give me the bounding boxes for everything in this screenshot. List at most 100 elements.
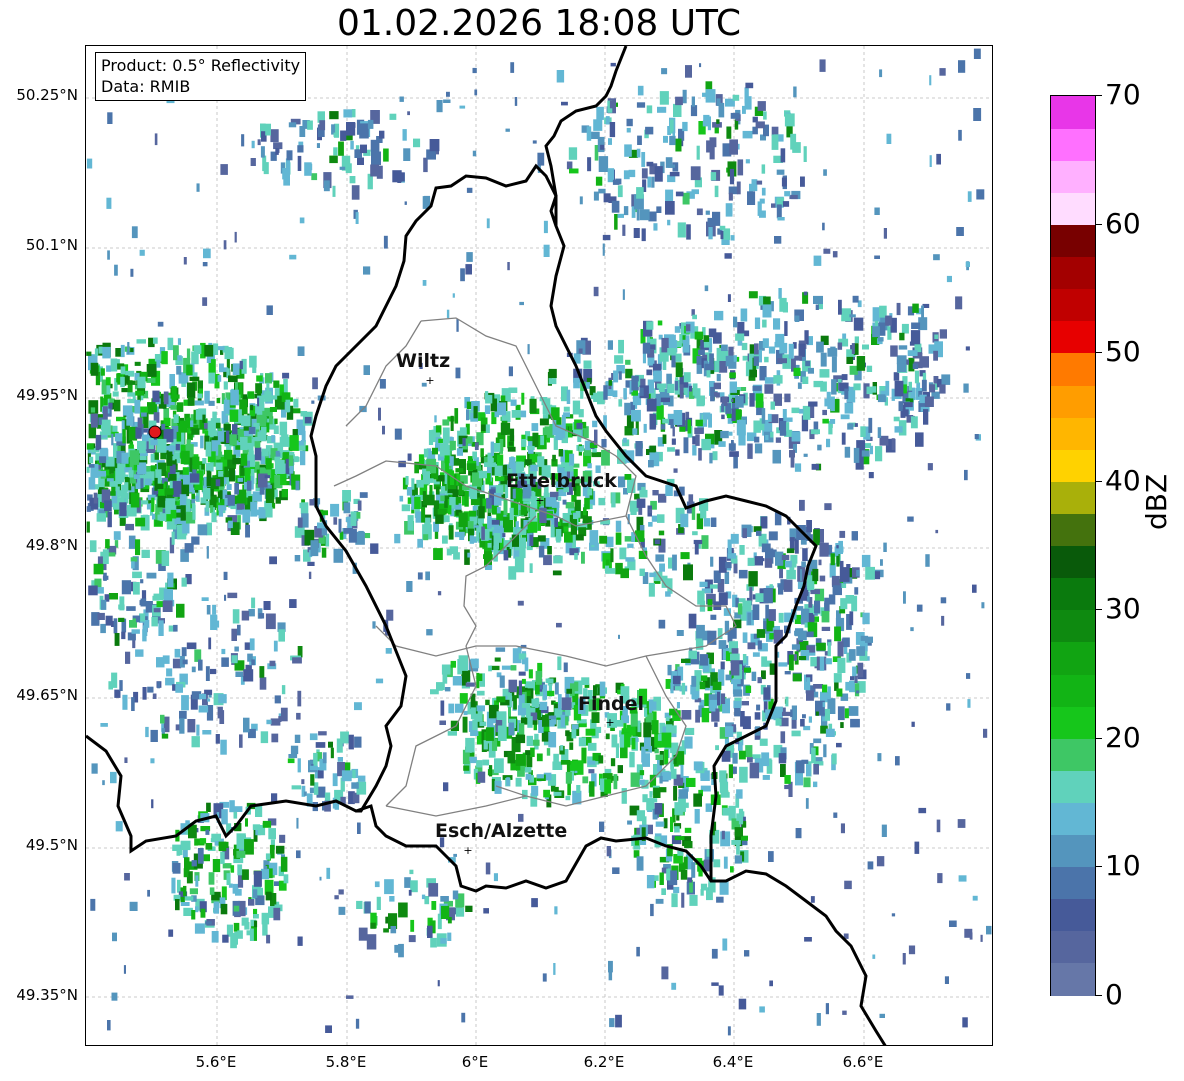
echo-pixel [425, 478, 434, 483]
echo-pixel [847, 423, 854, 430]
echo-pixel [829, 419, 836, 424]
echo-pixel [819, 369, 830, 378]
echo-pixel [707, 599, 713, 612]
echo-pixel [696, 145, 700, 160]
echo-pixel [773, 375, 783, 384]
echo-pixel [737, 159, 744, 176]
echo-pixel [417, 538, 423, 548]
echo-pixel [757, 640, 762, 650]
echo-pixel [527, 445, 535, 451]
echo-pixel [661, 771, 672, 781]
echo-pixel [854, 675, 858, 683]
echo-pixel [698, 448, 702, 461]
echo-pixel [122, 694, 128, 710]
echo-pixel [762, 304, 772, 318]
echo-pixel [383, 928, 389, 933]
echo-pixel [676, 630, 684, 636]
echo-pixel [742, 528, 747, 539]
echo-pixel [652, 490, 659, 496]
radar-map[interactable]: + + + + [85, 45, 993, 1046]
echo-pixel [976, 189, 985, 200]
echo-pixel [321, 547, 327, 558]
echo-pixel [883, 542, 887, 552]
echo-pixel [404, 201, 407, 205]
echo-pixel [467, 436, 473, 444]
echo-pixel [673, 410, 683, 425]
echo-pixel [437, 683, 443, 691]
echo-pixel [718, 441, 726, 447]
echo-pixel [170, 394, 180, 399]
echo-pixel [700, 675, 708, 681]
echo-pixel [898, 401, 904, 412]
echo-pixel [160, 714, 165, 724]
echo-pixel [792, 142, 801, 153]
echo-pixel [495, 647, 506, 652]
echo-pixel [182, 467, 189, 476]
echo-pixel [762, 319, 767, 328]
echo-pixel [733, 689, 743, 697]
echo-pixel [332, 185, 336, 197]
echo-pixel [619, 734, 625, 748]
echo-pixel [598, 755, 604, 764]
echo-pixel [521, 439, 527, 447]
echo-pixel [557, 694, 562, 710]
echo-pixel [408, 935, 416, 943]
echo-pixel [592, 420, 598, 428]
echo-pixel [786, 422, 790, 432]
echo-pixel [423, 534, 429, 541]
echo-pixel [872, 307, 881, 322]
echo-pixel [121, 484, 126, 499]
echo-pixel [252, 824, 261, 830]
echo-pixel [161, 733, 169, 739]
echo-pixel [265, 613, 276, 630]
echo-pixel [571, 729, 577, 739]
echo-pixel [647, 176, 651, 188]
echo-pixel [552, 570, 562, 576]
city-marker-esch: + [463, 844, 472, 857]
echo-pixel [265, 891, 272, 901]
echo-pixel [88, 585, 98, 596]
echo-pixel [965, 261, 970, 267]
echo-pixel [752, 652, 760, 657]
echo-pixel [510, 665, 517, 671]
colorbar-segment [1051, 417, 1095, 450]
echo-pixel [579, 446, 583, 453]
echo-pixel [268, 828, 276, 840]
echo-pixel [123, 965, 126, 974]
echo-pixel [474, 442, 479, 450]
echo-pixel [560, 745, 564, 751]
echo-pixel [229, 409, 239, 422]
echo-pixel [649, 791, 653, 798]
echo-pixel [258, 613, 265, 619]
echo-pixel [739, 766, 748, 783]
echo-pixel [600, 144, 605, 150]
echo-pixel [407, 111, 410, 116]
echo-pixel [390, 926, 397, 934]
echo-pixel [482, 759, 490, 766]
echo-pixel [761, 187, 766, 196]
echo-pixel [732, 94, 740, 101]
echo-pixel [729, 139, 738, 155]
echo-pixel [703, 335, 710, 342]
echo-pixel [518, 680, 522, 696]
echo-pixel [407, 515, 414, 531]
echo-pixel [223, 381, 228, 390]
echo-pixel [856, 646, 865, 656]
echo-pixel [111, 992, 118, 1001]
echo-pixel [275, 497, 281, 504]
echo-pixel [454, 531, 465, 538]
radar-site-marker[interactable] [148, 425, 162, 439]
echo-pixel [720, 661, 725, 670]
echo-pixel [273, 425, 279, 434]
echo-pixel [689, 385, 693, 392]
echo-pixel [820, 352, 827, 367]
echo-pixel [771, 134, 779, 150]
echo-pixel [605, 565, 609, 574]
echo-pixel [730, 653, 740, 661]
echo-pixel [352, 769, 356, 779]
echo-pixel [670, 816, 674, 832]
echo-pixel [174, 648, 181, 658]
echo-pixel [490, 441, 494, 456]
echo-pixel [591, 452, 602, 458]
echo-pixel [455, 367, 461, 379]
